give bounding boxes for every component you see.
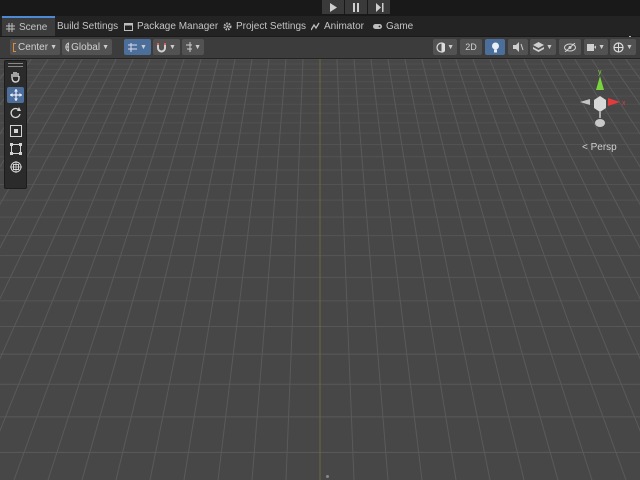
space-label: Global (71, 41, 101, 53)
tab-bar: Scene Build Settings Package Manager Pro… (0, 16, 640, 46)
rect-tool-button[interactable] (7, 141, 24, 157)
transform-icon (9, 161, 22, 173)
tab-label: Build Settings (57, 20, 119, 32)
rotate-tool-button[interactable] (7, 105, 24, 121)
tab-package-manager[interactable]: Package Manager (124, 16, 218, 36)
chevron-down-icon: ▼ (598, 43, 605, 51)
mode-2d-label: 2D (465, 42, 477, 52)
pause-icon (352, 2, 359, 12)
scale-tool-button[interactable] (7, 123, 24, 139)
hidden-objects-toggle[interactable] (559, 39, 581, 55)
gizmo-y-label: y (598, 69, 602, 76)
globe-icon (65, 42, 70, 52)
grid-snapping-button[interactable]: ▼ (124, 39, 151, 55)
chevron-down-icon: ▼ (626, 43, 633, 51)
align-icon (186, 42, 193, 52)
increment-snap-button[interactable]: ▼ (153, 39, 180, 55)
mode-2d-toggle[interactable]: 2D (460, 39, 482, 55)
gizmo-sphere-icon (613, 41, 624, 53)
move-arrows-icon (9, 89, 22, 101)
play-button[interactable] (322, 0, 344, 14)
drag-handle[interactable] (8, 63, 23, 67)
scene-toolbar: Center ▼ Global ▼ ▼ ▼ ▼ ▼ 2D ▼ ▼ ▼ (0, 37, 640, 59)
tab-label: Game (386, 20, 414, 32)
hash-icon (6, 22, 15, 32)
hand-icon (11, 72, 20, 83)
tab-label: Project Settings (236, 20, 307, 32)
orientation-gizmo[interactable]: y x (572, 66, 632, 132)
audio-toggle[interactable] (508, 39, 528, 55)
scale-icon (9, 125, 22, 137)
tab-label: Package Manager (137, 20, 219, 32)
step-icon (375, 2, 383, 12)
transform-tool-button[interactable] (7, 159, 24, 175)
step-button[interactable] (368, 0, 390, 14)
grid-snap-icon (128, 42, 137, 52)
play-toolbar (0, 0, 640, 16)
projection-toggle[interactable]: < Persp (582, 142, 617, 153)
hand-tool-button[interactable] (7, 69, 24, 85)
tab-label: Animator (324, 20, 365, 32)
tab-project-settings[interactable]: Project Settings (223, 16, 306, 36)
pause-button[interactable] (345, 0, 367, 14)
rotate-icon (10, 107, 21, 119)
gear-icon (223, 22, 232, 30)
camera-dropdown[interactable]: ▼ (584, 39, 608, 55)
tab-label: Scene (19, 21, 48, 33)
pivot-dropdown[interactable]: Center ▼ (10, 39, 60, 55)
bottom-indicator (326, 475, 329, 478)
effects-dropdown[interactable]: ▼ (530, 39, 556, 55)
chevron-down-icon: ▼ (194, 43, 201, 51)
layers-icon (533, 41, 544, 52)
move-tool-button[interactable] (7, 87, 24, 103)
gizmo-x-label: x (622, 100, 626, 107)
chevron-down-icon: ▼ (169, 43, 176, 51)
package-icon (124, 22, 133, 31)
animator-icon (311, 22, 320, 30)
gizmos-dropdown[interactable]: ▼ (610, 39, 636, 55)
pivot-label: Center (18, 41, 49, 53)
shading-icon (436, 41, 446, 53)
eye-hidden-icon (564, 42, 576, 52)
gamepad-icon (373, 23, 382, 29)
space-dropdown[interactable]: Global ▼ (62, 39, 112, 55)
lightbulb-icon (491, 42, 499, 52)
align-button[interactable]: ▼ (182, 39, 204, 55)
chevron-down-icon: ▼ (102, 43, 109, 51)
chevron-down-icon: ▼ (50, 43, 57, 51)
draw-mode-dropdown[interactable]: ▼ (433, 39, 457, 55)
scene-viewport[interactable] (0, 59, 640, 480)
rect-transform-icon (9, 143, 22, 155)
tab-animator[interactable]: Animator (311, 16, 364, 36)
camera-icon (587, 43, 597, 51)
chevron-down-icon: ▼ (546, 43, 553, 51)
tool-palette (4, 60, 27, 189)
play-icon (329, 2, 337, 12)
audio-icon (512, 42, 523, 52)
tab-build-settings[interactable]: Build Settings (57, 16, 118, 36)
tab-scene[interactable]: Scene (2, 16, 56, 36)
magnet-icon (157, 42, 166, 52)
tab-game[interactable]: Game (373, 16, 413, 36)
axis-gizmo-icon: y x (580, 69, 626, 127)
chevron-down-icon: ▼ (140, 43, 147, 51)
pivot-icon (13, 42, 17, 52)
chevron-down-icon: ▼ (447, 43, 454, 51)
lighting-toggle[interactable] (485, 39, 505, 55)
playback-controls (322, 0, 391, 14)
scene-grid (0, 59, 640, 480)
